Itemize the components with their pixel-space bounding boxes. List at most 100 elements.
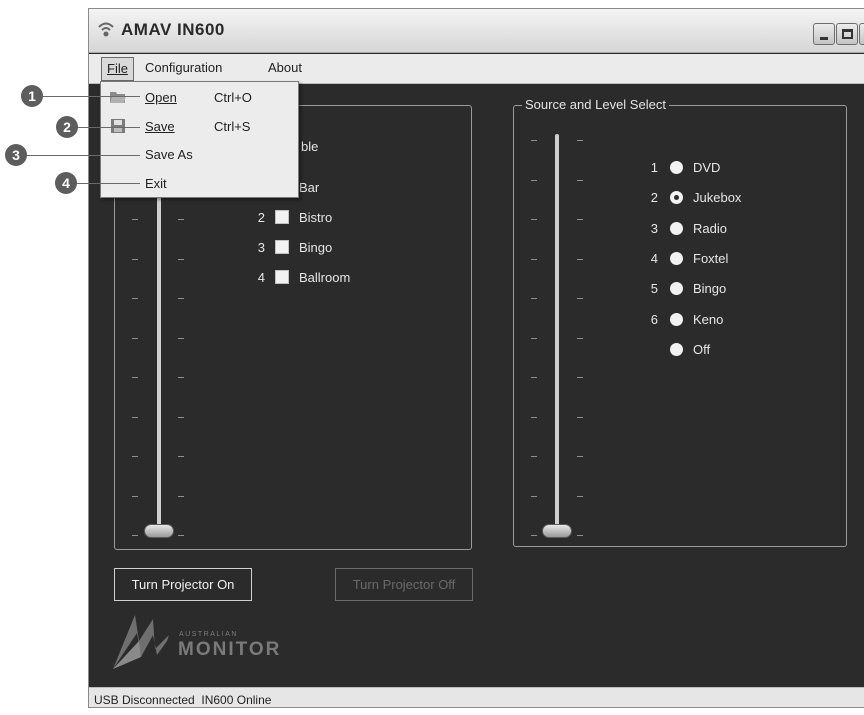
callout-line: [24, 155, 140, 156]
slider-tick: [577, 377, 583, 378]
source-option-dvd[interactable]: 1 DVD: [648, 158, 798, 178]
right-level-slider-thumb[interactable]: [542, 524, 572, 538]
zone-checkbox[interactable]: [275, 270, 289, 284]
slider-tick: [531, 140, 537, 141]
source-number: 5: [650, 281, 658, 297]
turn-projector-off-button[interactable]: Turn Projector Off: [335, 568, 473, 601]
menu-item-shortcut: Ctrl+S: [214, 119, 251, 134]
title-bar[interactable]: AMAV IN600 ×: [89, 9, 864, 53]
callout-line: [40, 96, 140, 97]
slider-tick: [531, 416, 537, 418]
source-radio[interactable]: [670, 161, 683, 174]
zone-label: Ballroom: [299, 270, 351, 285]
menu-configuration[interactable]: Configuration: [141, 60, 226, 75]
menu-item-save[interactable]: Save Ctrl+S: [101, 113, 298, 139]
slider-tick: [132, 337, 138, 339]
window-title: AMAV IN600: [121, 20, 225, 39]
source-option-off[interactable]: Off: [648, 340, 798, 360]
menu-about[interactable]: About: [264, 60, 306, 75]
source-option-jukebox[interactable]: 2 Jukebox: [648, 188, 798, 208]
callout-2: 2: [56, 116, 78, 138]
logo-text-australian: AUSTRALIAN: [179, 631, 238, 638]
source-number: 2: [650, 190, 658, 206]
turn-projector-on-button[interactable]: Turn Projector On: [114, 568, 252, 601]
slider-tick: [132, 258, 138, 260]
zone-row[interactable]: 2 Bistro: [255, 208, 435, 228]
slider-tick: [577, 140, 583, 141]
menu-item-label: Open: [145, 90, 177, 105]
zone-row[interactable]: 3 Bingo: [255, 238, 435, 258]
slider-tick: [577, 456, 583, 457]
menu-file[interactable]: File: [101, 57, 134, 81]
slider-tick: [531, 535, 537, 536]
slider-tick: [178, 258, 184, 260]
slider-tick: [178, 377, 184, 378]
app-icon: [98, 22, 114, 37]
folder-open-icon: [110, 92, 126, 103]
slider-tick: [178, 416, 184, 418]
source-number: 6: [650, 311, 658, 327]
source-label: Jukebox: [693, 190, 742, 206]
zone-checkbox[interactable]: [275, 240, 289, 254]
source-label: DVD: [693, 160, 721, 175]
slider-tick: [577, 258, 583, 260]
zone-label: Bistro: [299, 210, 333, 225]
source-radio[interactable]: [670, 221, 683, 235]
source-label: Keno: [693, 311, 724, 327]
source-label: Foxtel: [693, 250, 729, 266]
left-level-slider-thumb[interactable]: [144, 524, 174, 538]
maximize-button[interactable]: [836, 23, 858, 45]
status-bar: USB Disconnected IN600 Online: [89, 687, 864, 707]
logo-text-monitor: MONITOR: [178, 639, 282, 660]
slider-tick: [132, 377, 138, 378]
slider-tick: [178, 535, 184, 536]
status-text: USB Disconnected IN600 Online: [94, 693, 272, 707]
slider-tick: [132, 416, 138, 418]
source-option-foxtel[interactable]: 4 Foxtel: [648, 249, 798, 269]
source-radio[interactable]: [670, 282, 683, 296]
slider-tick: [178, 219, 184, 220]
australian-monitor-logo: AUSTRALIAN MONITOR: [109, 605, 289, 675]
source-option-bingo[interactable]: 5 Bingo: [648, 279, 798, 299]
source-radio[interactable]: [670, 251, 683, 265]
menu-item-shortcut: Ctrl+O: [214, 90, 252, 105]
zone-row[interactable]: 4 Ballroom: [255, 268, 435, 288]
zone-label: Bingo: [299, 240, 333, 255]
menu-item-label: Save: [145, 119, 175, 134]
enable-label: ble: [301, 139, 319, 154]
source-radio[interactable]: [670, 191, 683, 205]
source-label: Off: [693, 341, 711, 357]
logo-mark-icon: [113, 615, 169, 669]
source-option-keno[interactable]: 6 Keno: [648, 310, 798, 330]
slider-tick: [577, 416, 583, 418]
slider-tick: [577, 219, 583, 220]
zone-checkbox[interactable]: [275, 210, 289, 224]
source-number: 3: [650, 220, 658, 236]
source-radio[interactable]: [670, 312, 683, 326]
minimize-button[interactable]: [813, 23, 835, 45]
slider-tick: [132, 298, 138, 299]
source-radio[interactable]: [670, 342, 683, 356]
close-button[interactable]: ×: [859, 22, 864, 46]
callout-3: 3: [5, 144, 27, 166]
callout-line: [74, 183, 140, 184]
zone-number: 2: [257, 210, 265, 225]
slider-tick: [531, 377, 537, 378]
slider-tick: [577, 179, 583, 181]
menu-item-save-as[interactable]: Save As: [101, 141, 298, 167]
menu-item-label: Exit: [145, 176, 167, 191]
file-menu-dropdown: Open Ctrl+O Save Ctrl+S Save As Exit: [100, 81, 299, 198]
slider-tick: [531, 258, 537, 260]
slider-tick: [178, 456, 184, 457]
menu-item-label: Save As: [145, 147, 193, 162]
slider-tick: [132, 219, 138, 220]
zone-label: Bar: [299, 180, 320, 195]
source-option-radio[interactable]: 3 Radio: [648, 219, 798, 239]
right-level-slider-track[interactable]: [555, 134, 559, 530]
slider-tick: [577, 535, 583, 536]
slider-tick: [178, 337, 184, 339]
floppy-disk-icon: [111, 119, 125, 133]
slider-tick: [132, 456, 138, 457]
menu-item-open[interactable]: Open Ctrl+O: [101, 84, 298, 110]
slider-tick: [531, 179, 537, 181]
